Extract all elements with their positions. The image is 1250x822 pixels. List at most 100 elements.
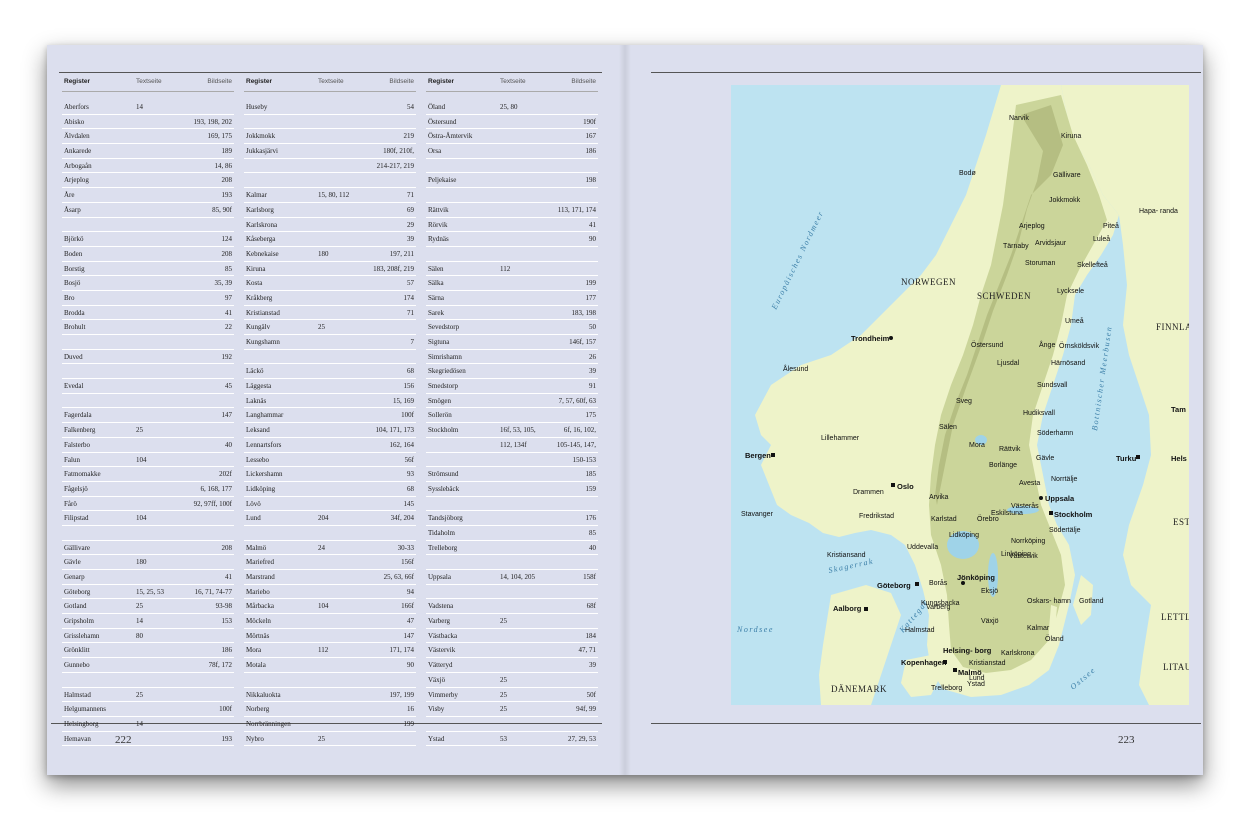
register-name: Trelleborg — [428, 543, 458, 552]
register-name: Laknäs — [246, 396, 267, 405]
register-text: 180 — [136, 558, 147, 567]
register-name: Fårö — [64, 499, 77, 508]
register-row: Lund 204 34f, 204 — [244, 511, 416, 526]
label-raettvik: Rättvik — [999, 446, 1021, 453]
register-row: Sollerön 175 — [426, 408, 598, 424]
register-name: Ankarede — [64, 147, 92, 156]
label-stockholm: Stockholm — [1054, 510, 1093, 519]
label-fredrikstad: Fredrikstad — [859, 513, 894, 520]
label-mora: Mora — [969, 442, 985, 449]
register-row: Falkenberg 25 — [62, 423, 234, 438]
register-row — [426, 188, 598, 203]
label-soedertaelje: Södertälje — [1049, 527, 1081, 534]
register-name: Bro — [64, 293, 75, 302]
register-row: Läckö 68 — [244, 364, 416, 380]
label-hudiksvall: Hudiksvall — [1023, 410, 1055, 417]
register-bild: 153 — [221, 617, 233, 626]
register-bild: 57 — [407, 279, 414, 288]
register-name: Kåseberga — [246, 235, 276, 244]
register-bild: 68 — [407, 367, 414, 376]
label-bodoe: Bodø — [959, 170, 976, 177]
register-name: Boden — [64, 249, 83, 258]
label-oeland: Öland — [1045, 635, 1064, 643]
register-row: Kristianstad 71 — [244, 306, 416, 321]
register-bild: 94f, 99 — [576, 705, 596, 714]
register-row: Kebnekaise 180 197, 211 — [244, 247, 416, 262]
marker-turku — [1136, 455, 1140, 459]
column-header: Register Textseite Bildseite — [62, 73, 234, 92]
register-bild: 41 — [225, 573, 232, 581]
label-arjeplog: Arjeplog — [1019, 223, 1045, 230]
register-name: Fagerdala — [64, 411, 92, 420]
register-bild: 193, 198, 202 — [193, 117, 233, 126]
register-name: Gällivare — [64, 543, 91, 552]
register-row: Kungälv 25 — [244, 320, 416, 335]
register-rows: Öland 25, 80 Östersund 190f Östra-Ämtervik 16… — [426, 100, 598, 747]
register-name: Rättvik — [428, 205, 449, 214]
register-name: Sollerön — [428, 411, 452, 420]
label-borlaenge: Borlänge — [989, 462, 1017, 469]
register-row: Huseby 54 — [244, 100, 416, 115]
register-name: Halmstad — [64, 690, 91, 699]
register-bild: 71 — [407, 191, 414, 200]
register-row: Kiruna 183, 208f, 219 — [244, 262, 416, 277]
register-row: Arbogaån 14, 86 — [62, 159, 234, 174]
register-name: Mårbacka — [246, 602, 274, 611]
label-sundsvall: Sundsvall — [1037, 382, 1068, 389]
register-row: Ankarede 189 — [62, 144, 234, 159]
label-norrkoeping: Norrköping — [1011, 538, 1045, 545]
label-trondheim: Trondheim — [851, 334, 890, 343]
register-bild: 169, 175 — [207, 132, 233, 141]
label-vaexjoe: Växjö — [981, 618, 999, 625]
register-column-2: Register Textseite Bildseite Huseby 54 Jokkmo… — [244, 73, 416, 747]
label-oernskoeldsvik: Örnskölds­vik — [1059, 342, 1100, 350]
register-name: Simrishamn — [428, 352, 462, 361]
marker-oslo — [891, 483, 895, 487]
register-row: Öland 25, 80 — [426, 100, 598, 115]
register-row: Lickershamn 93 — [244, 467, 416, 482]
register-column-1: Register Textseite Bildseite Aberfors 14 Abis… — [62, 73, 234, 747]
register-name: Björkö — [64, 235, 84, 244]
label-sveg: Sveg — [956, 398, 972, 405]
register-name: Sevedstorp — [428, 323, 460, 332]
register-row: Gripsholm 14 153 — [62, 614, 234, 629]
header-register: Register — [64, 78, 91, 85]
label-narvik: Narvik — [1009, 115, 1029, 122]
register-bild: 162, 164 — [389, 440, 415, 449]
register-row — [426, 159, 598, 174]
register-bild: 15, 169 — [393, 396, 414, 405]
label-nordmeer: Europäisches Nordmeer — [769, 209, 825, 312]
label-aalborg: Aalborg — [833, 604, 862, 613]
register-name: Skegriedösen — [428, 367, 466, 376]
header-textseite: Textseite — [136, 78, 162, 85]
register-name: Borstig — [64, 264, 85, 273]
register-bild: 7, 57, 60f, 63 — [558, 396, 596, 405]
register-name: Mariefred — [246, 558, 274, 567]
register-name: Falun — [64, 455, 80, 464]
register-name: Smögen — [428, 396, 451, 405]
register-row: Växjö 25 — [426, 673, 598, 688]
label-bottnischer: Bottnischer Meerbusen — [1090, 325, 1114, 431]
register-bild: 175 — [585, 411, 597, 420]
register-bild: 6, 168, 177 — [200, 484, 233, 493]
label-kristianstad: Kristianstad — [969, 660, 1006, 667]
label-schweden: SCHWEDEN — [977, 291, 1031, 301]
register-name: Tidaholm — [428, 528, 455, 537]
register-row — [244, 350, 416, 365]
register-text: 180 — [318, 249, 329, 258]
register-bild: 85 — [225, 264, 232, 273]
register-row: Visby 25 94f, 99 — [426, 702, 598, 717]
label-joenkoeping: Jönköping — [957, 573, 995, 582]
register-bild: 208 — [221, 543, 233, 552]
register-bild: 156 — [403, 382, 415, 391]
label-karlskrona: Karlskrona — [1001, 650, 1035, 657]
register-row: Gällivare 208 — [62, 541, 234, 556]
register-row: Borstig 85 — [62, 262, 234, 277]
register-name: Arjeplog — [64, 176, 89, 185]
label-piteaa: Piteå — [1103, 222, 1119, 230]
register-bild: 190f — [583, 117, 596, 126]
register-bild: 25, 63, 66f — [383, 573, 414, 581]
register-text: 25 — [136, 690, 143, 699]
register-name: Lickershamn — [246, 470, 283, 479]
register-row: Falun 104 — [62, 453, 234, 468]
